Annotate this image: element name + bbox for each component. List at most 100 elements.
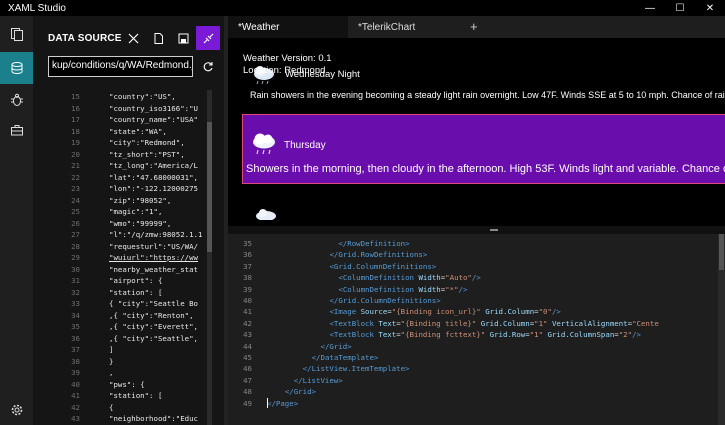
code-token: RowDefinition [347,239,406,248]
refresh-icon [203,62,213,72]
add-tab-button[interactable]: + [470,19,478,34]
code-token: Grid.Column [485,307,535,317]
code-token: "2" [618,330,633,340]
json-code-text: "requesturl":"US/WA/ [109,241,198,251]
code-token: "Auto" [445,273,472,283]
json-code-text: "nearby_weather_stat [109,264,198,274]
minimize-button[interactable]: — [635,0,665,16]
code-token: Page [275,398,294,408]
line-number: 23 [71,184,80,193]
editor-scrollbar-thumb[interactable] [719,234,724,270]
save-button[interactable] [171,26,195,50]
rail-data-source-button[interactable] [0,52,33,84]
line-number: 37 [71,345,80,354]
partial-cloud-icon [256,209,276,220]
tab-weather[interactable]: *Weather [228,16,348,38]
close-data-source-button[interactable] [121,26,145,50]
new-file-icon [154,32,163,44]
splitter-grip-icon[interactable] [490,229,498,231]
settings-button[interactable] [0,394,33,425]
line-number: 44 [243,341,252,351]
code-token: "1" [529,330,548,340]
json-code-text: "state":"WA", [109,126,167,136]
line-number: 17 [71,115,80,124]
navigation-rail [0,16,33,425]
xaml-code-text: </RowDefinition> [338,239,409,248]
line-number: 35 [71,322,80,331]
forecast-text-wednesday: Rain showers in the evening becoming a s… [250,90,725,100]
database-icon [11,62,22,74]
code-token: > [373,353,379,362]
json-code-text: "country_iso3166":"U [109,103,198,113]
json-code-text: "lat":"47.68000031", [109,172,198,182]
json-code-view[interactable]: 15 "country":"US", 16 "country_iso3166":"U 1… [33,90,224,425]
code-token: /> [471,273,481,283]
line-number: 18 [71,126,80,136]
horizontal-splitter[interactable] [228,226,725,234]
code-token: > [405,239,410,248]
code-token: ListView.ItemTemplate [311,364,406,374]
line-number: 31 [71,276,80,285]
code-token: "{Binding fcttext}" [400,330,490,340]
rail-pages-button[interactable] [0,18,33,50]
disconnect-button[interactable] [196,26,220,50]
refresh-button[interactable] [199,58,217,76]
forecast-item-thursday[interactable]: Thursday Showers in the morning, then cl… [242,114,725,184]
data-source-url-input[interactable]: kup/conditions/q/WA/Redmond.json [48,56,193,77]
code-token: Grid.ColumnDefinitions [333,261,432,271]
line-number: 43 [71,414,80,423]
toolbox-icon [10,125,23,136]
line-number: 37 [243,261,252,271]
json-code-text: ,{ "city":"Seattle", [109,333,198,343]
xaml-code-text: </Grid> [321,342,352,351]
code-token: "0" [538,307,552,317]
code-token: Text [378,330,397,340]
line-number: 20 [71,149,80,159]
json-code-text: { "city":"Seattle Bo [109,299,198,308]
line-number: 35 [243,239,252,248]
code-token: Text [378,318,397,328]
line-number: 42 [243,318,252,328]
document-tab-bar: *Weather *TelerikChart + [228,16,725,38]
line-number: 49 [243,398,252,408]
json-code-text: ,{ "city":"Renton", [109,310,194,320]
rail-debug-button[interactable] [0,84,33,116]
forecast-text-thursday: Showers in the morning, then cloudy in t… [246,163,725,175]
code-token: Width [418,273,441,283]
code-token: VerticalAlignment [551,318,628,328]
line-number: 29 [71,253,80,262]
xaml-code-editor[interactable]: 49 </Page> 48 </Grid> 47 </ListView> 46 </ListV… [228,234,725,425]
code-token: ListView [302,375,339,385]
text-caret [267,398,268,408]
code-token: TextBlock [333,318,379,328]
new-file-button[interactable] [146,26,170,50]
code-token: /> [632,330,641,340]
line-number: 22 [71,172,80,182]
code-token: > [311,387,316,397]
bug-icon [10,93,23,106]
code-token: Grid [329,341,348,351]
json-code-text: "wuiurl":"https://ww [109,253,198,262]
editor-scrollbar[interactable] [718,234,725,425]
line-number: 39 [243,284,252,294]
xaml-code-text: </Page> [267,399,298,408]
code-token: "Cente [632,318,659,328]
xaml-code-text: <TextBlock Text="{Binding title}" Grid.C… [329,319,658,328]
json-scrollbar-thumb[interactable] [207,122,212,252]
line-number: 40 [243,296,252,305]
line-number: 19 [71,138,80,147]
data-source-header: DATA SOURCE [33,16,224,58]
json-scrollbar[interactable] [207,90,212,425]
code-token: Image [333,307,361,317]
code-token: </ [302,364,312,374]
weather-version: Weather Version: 0.1 [243,53,332,64]
line-number: 38 [71,356,80,366]
xaml-code-text: </Grid> [285,387,316,396]
json-code-text: ] [109,345,114,354]
code-token: </ [284,387,294,397]
tab-telerik-chart[interactable]: *TelerikChart [348,16,458,38]
xaml-code-text: </DataTemplate> [312,353,379,362]
rail-toolbox-button[interactable] [0,114,33,146]
maximize-button[interactable]: ☐ [665,0,695,16]
close-window-button[interactable]: ✕ [695,0,725,16]
